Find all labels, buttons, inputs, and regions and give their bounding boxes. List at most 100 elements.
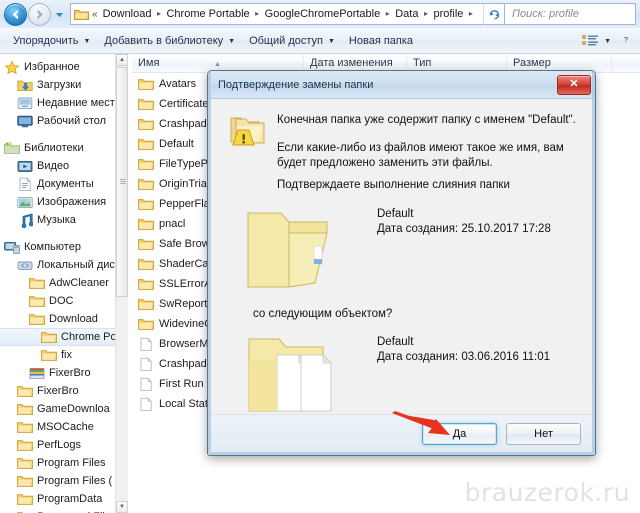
sidebar-item-fixerbro[interactable]: FixerBro — [0, 382, 128, 400]
sidebar-item-label: DOC — [49, 295, 74, 307]
dialog-line-2: Если какие-либо из файлов имеют такое же… — [277, 142, 564, 169]
sidebar-item-label: Недавние места — [37, 97, 121, 109]
sidebar-item-label: Загрузки — [37, 79, 82, 91]
recent-pages-icon[interactable] — [52, 4, 67, 25]
breadcrumb-item-data[interactable]: Data — [393, 7, 420, 21]
folder-icon — [17, 474, 33, 489]
navigation-scrollbar[interactable]: ▲ ▼ — [115, 54, 128, 513]
star-icon — [4, 59, 20, 75]
help-button[interactable]: ? — [618, 37, 634, 44]
dialog-line-1: Конечная папка уже содержит папку с имен… — [277, 114, 576, 126]
sidebar-item-chrome-port[interactable]: Chrome Port — [0, 328, 128, 346]
sidebar-item-fix[interactable]: fix — [0, 346, 128, 364]
nav-group-gap — [0, 229, 128, 238]
scroll-up-icon[interactable]: ▲ — [116, 54, 128, 66]
command-bar: Упорядочить ▼ Добавить в библиотеку ▼ Об… — [0, 28, 640, 54]
sidebar-item-label: PerfLogs — [37, 439, 82, 451]
view-list-icon — [582, 34, 599, 48]
breadcrumb-separator[interactable]: ▸ — [382, 10, 393, 18]
sidebar-item-загрузки[interactable]: Загрузки — [0, 76, 128, 94]
share-with-label: Общий доступ — [249, 34, 323, 47]
folder-icon — [17, 492, 33, 507]
share-with-button[interactable]: Общий доступ ▼ — [242, 32, 342, 50]
sidebar-item-fixerbro[interactable]: FixerBro — [0, 364, 128, 382]
no-button[interactable]: Нет — [506, 422, 581, 445]
organize-button[interactable]: Упорядочить ▼ — [6, 32, 97, 50]
sidebar-item-recovered-files[interactable]: Recovered Files — [0, 508, 128, 513]
sidebar-item-program-files[interactable]: Program Files ( — [0, 472, 128, 490]
breadcrumb-item-profile[interactable]: profile — [431, 7, 465, 21]
sidebar-item-msocache[interactable]: MSOCache — [0, 418, 128, 436]
breadcrumb-separator[interactable]: ▸ — [153, 10, 164, 18]
dialog-title-bar[interactable]: Подтверждение замены папки ✕ — [208, 71, 595, 99]
sidebar-item-label: Program Files — [37, 457, 106, 469]
sidebar-item-label: FixerBro — [49, 367, 91, 379]
navigation-pane: Избранное Загрузки Недавние места Рабочий с… — [0, 54, 128, 513]
sidebar-item-adwcleaner[interactable]: AdwCleaner — [0, 274, 128, 292]
sidebar-item-рабочий-стол[interactable]: Рабочий стол — [0, 112, 128, 130]
sidebar-item-gamedownloa[interactable]: GameDownloa — [0, 400, 128, 418]
new-folder-button[interactable]: Новая папка — [342, 32, 420, 50]
sidebar-item-label: Музыка — [37, 214, 76, 226]
archive-icon — [29, 366, 45, 381]
change-view-button[interactable]: ▼ — [575, 31, 618, 51]
video-icon — [17, 159, 33, 174]
sidebar-item-programdata[interactable]: ProgramData — [0, 490, 128, 508]
sidebar-item-label: Рабочий стол — [37, 115, 107, 127]
breadcrumb[interactable]: « Download ▸ Chrome Portable ▸ GoogleChr… — [70, 3, 483, 25]
sidebar-item-perflogs[interactable]: PerfLogs — [0, 436, 128, 454]
sidebar-item-видео[interactable]: Видео — [0, 157, 128, 175]
sidebar-item-label: fix — [61, 349, 72, 361]
sidebar-item-локальный-диск[interactable]: Локальный диск — [0, 256, 128, 274]
file-name: Local State — [159, 398, 215, 410]
back-arrow-icon[interactable] — [4, 2, 27, 26]
sidebar-item-doc[interactable]: DOC — [0, 292, 128, 310]
sidebar-item-изображения[interactable]: Изображения — [0, 193, 128, 211]
new-folder-label: Новая папка — [348, 34, 414, 47]
sidebar-item-label: Program Files ( — [37, 475, 113, 487]
source-date: Дата создания: 25.10.2017 17:28 — [377, 223, 551, 235]
add-to-library-button[interactable]: Добавить в библиотеку ▼ — [97, 32, 242, 50]
sidebar-item-download[interactable]: Download — [0, 310, 128, 328]
breadcrumb-item-googlechromeportable[interactable]: GoogleChromePortable — [263, 7, 383, 21]
breadcrumb-item-chrome-portable[interactable]: Chrome Portable — [164, 7, 251, 21]
refresh-icon[interactable] — [483, 3, 505, 25]
breadcrumb-separator[interactable]: ▸ — [420, 10, 431, 18]
organize-label: Упорядочить — [13, 34, 79, 47]
dialog-body: Конечная папка уже содержит папку с имен… — [211, 99, 594, 416]
folder-icon — [138, 317, 154, 332]
file-icon — [138, 336, 154, 352]
folder-icon — [17, 456, 33, 471]
sidebar-item-избранное[interactable]: Избранное — [0, 58, 128, 76]
sidebar-item-документы[interactable]: Документы — [0, 175, 128, 193]
computer-icon — [4, 240, 20, 255]
sidebar-item-label: Избранное — [24, 61, 80, 73]
forward-arrow-icon[interactable] — [28, 2, 51, 26]
dialog-button-bar: Да Нет — [211, 414, 594, 452]
breadcrumb-overflow[interactable]: « — [92, 9, 98, 20]
search-input[interactable]: Поиск: profile — [505, 3, 636, 25]
desktop-icon — [17, 114, 33, 129]
sidebar-item-библиотеки[interactable]: Библиотеки — [0, 139, 128, 157]
sidebar-item-недавние-места[interactable]: Недавние места — [0, 94, 128, 112]
close-icon[interactable]: ✕ — [557, 74, 591, 95]
folder-icon — [138, 197, 154, 212]
downloads-icon — [17, 78, 33, 93]
folder-icon — [29, 312, 45, 327]
breadcrumb-item-download[interactable]: Download — [101, 7, 154, 21]
scrollbar-grip — [120, 179, 126, 185]
source-name: Default — [377, 208, 414, 220]
sidebar-item-label: Изображения — [37, 196, 107, 208]
sidebar-item-label: Локальный диск — [37, 259, 120, 271]
breadcrumb-separator[interactable]: ▸ — [465, 10, 476, 18]
folder-icon — [138, 157, 154, 172]
yes-button[interactable]: Да — [422, 422, 497, 445]
scrollbar-thumb[interactable] — [116, 67, 128, 297]
sidebar-item-program-files[interactable]: Program Files — [0, 454, 128, 472]
scroll-down-icon[interactable]: ▼ — [116, 501, 128, 513]
sidebar-item-музыка[interactable]: Музыка — [0, 211, 128, 229]
breadcrumb-separator[interactable]: ▸ — [252, 10, 263, 18]
sidebar-item-компьютер[interactable]: Компьютер — [0, 238, 128, 256]
sidebar-item-label: ProgramData — [37, 493, 103, 505]
sidebar-item-label: Chrome Port — [61, 331, 124, 343]
